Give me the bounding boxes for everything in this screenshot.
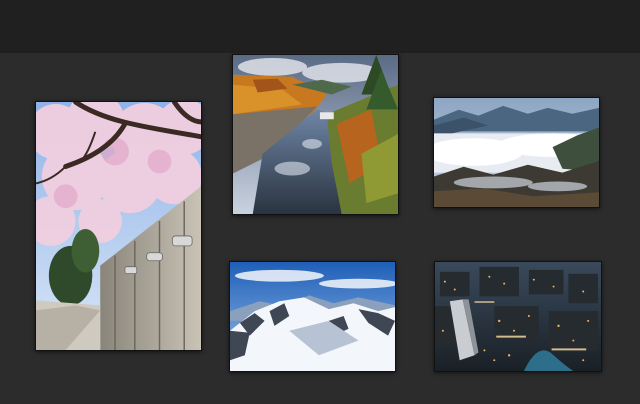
city-aerial-image — [435, 262, 601, 371]
top-toolbar — [0, 0, 640, 53]
photo-sea-of-clouds[interactable] — [433, 97, 600, 208]
photo-cherry-blossom[interactable] — [35, 101, 202, 351]
sea-of-clouds-image — [434, 98, 599, 207]
autumn-canal-image — [233, 55, 398, 214]
photo-autumn-canal[interactable] — [232, 54, 399, 215]
snowy-mountains-image — [230, 262, 395, 371]
cherry-blossom-image — [36, 102, 201, 350]
photo-city-aerial[interactable] — [434, 261, 602, 372]
photo-snowy-mountains[interactable] — [229, 261, 396, 372]
